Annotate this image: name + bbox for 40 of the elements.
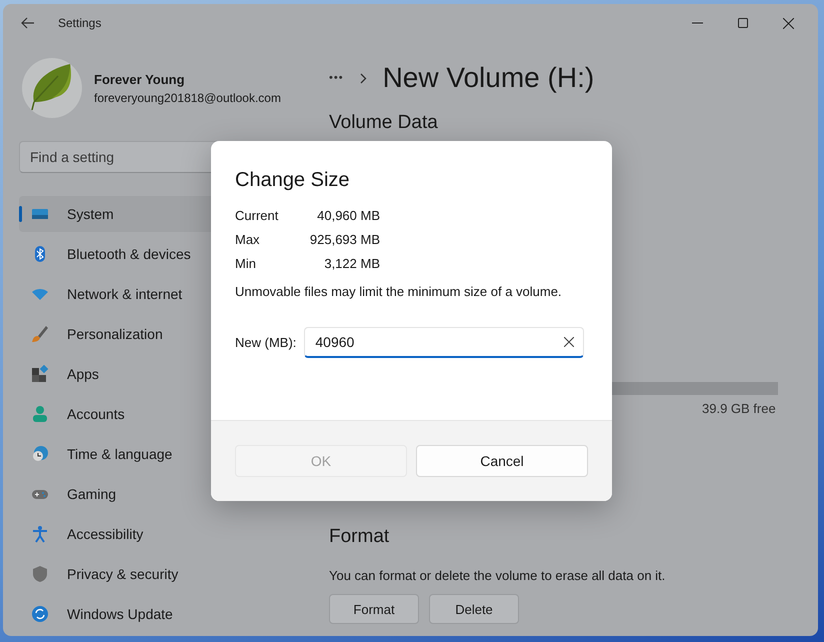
format-description: You can format or delete the volume to erase all data on it. (329, 568, 666, 583)
accessibility-icon (31, 525, 49, 543)
dialog-note: Unmovable files may limit the minimum size of a volume. (235, 284, 563, 299)
brush-icon (31, 325, 49, 343)
page-title: New Volume (H:) (382, 62, 594, 94)
nav-item[interactable]: Apps (19, 356, 309, 392)
back-arrow-icon[interactable] (21, 17, 35, 29)
nav-item[interactable]: Windows Update (19, 596, 309, 632)
stat-label: Min (235, 256, 257, 271)
stat-value: 925,693 MB (308, 232, 380, 247)
stat-value: 40,960 MB (316, 208, 380, 223)
nav-item[interactable]: Privacy & security (19, 556, 309, 592)
nav-item[interactable]: Gaming (19, 476, 309, 512)
window-title: Settings (58, 16, 102, 30)
section-heading: Volume Data (329, 112, 438, 134)
chevron-icon (360, 72, 367, 84)
maximize-icon[interactable] (738, 18, 748, 28)
size-input-field[interactable]: 40960 (304, 327, 584, 358)
stat-value: 3,122 MB (323, 256, 380, 271)
free-space-text: 39.9 GB free (702, 401, 776, 416)
shield-icon (31, 565, 49, 583)
globe-clock-icon (31, 445, 49, 463)
breadcrumb-overflow[interactable]: ••• (329, 72, 344, 84)
nav-item[interactable]: Accessibility (19, 516, 309, 552)
apps-icon (31, 365, 49, 383)
close-icon[interactable] (783, 18, 794, 28)
section-heading: Format (329, 526, 390, 548)
clear-icon[interactable] (564, 337, 574, 347)
cancel-button[interactable]: Cancel (416, 445, 588, 477)
field-label: New (MB): (235, 335, 296, 350)
refresh-icon (31, 605, 49, 623)
nav-item[interactable]: Accounts (19, 396, 309, 432)
minimize-icon[interactable] (692, 22, 703, 24)
account-name: Forever Young (94, 72, 186, 86)
account-email: foreveryoung201818@outlook.com (94, 90, 281, 104)
person-icon (31, 405, 49, 423)
stat-label: Max (235, 232, 261, 247)
format-button[interactable]: Format (329, 594, 419, 624)
stat-label: Current (235, 208, 280, 223)
delete-button[interactable]: Delete (429, 594, 519, 624)
